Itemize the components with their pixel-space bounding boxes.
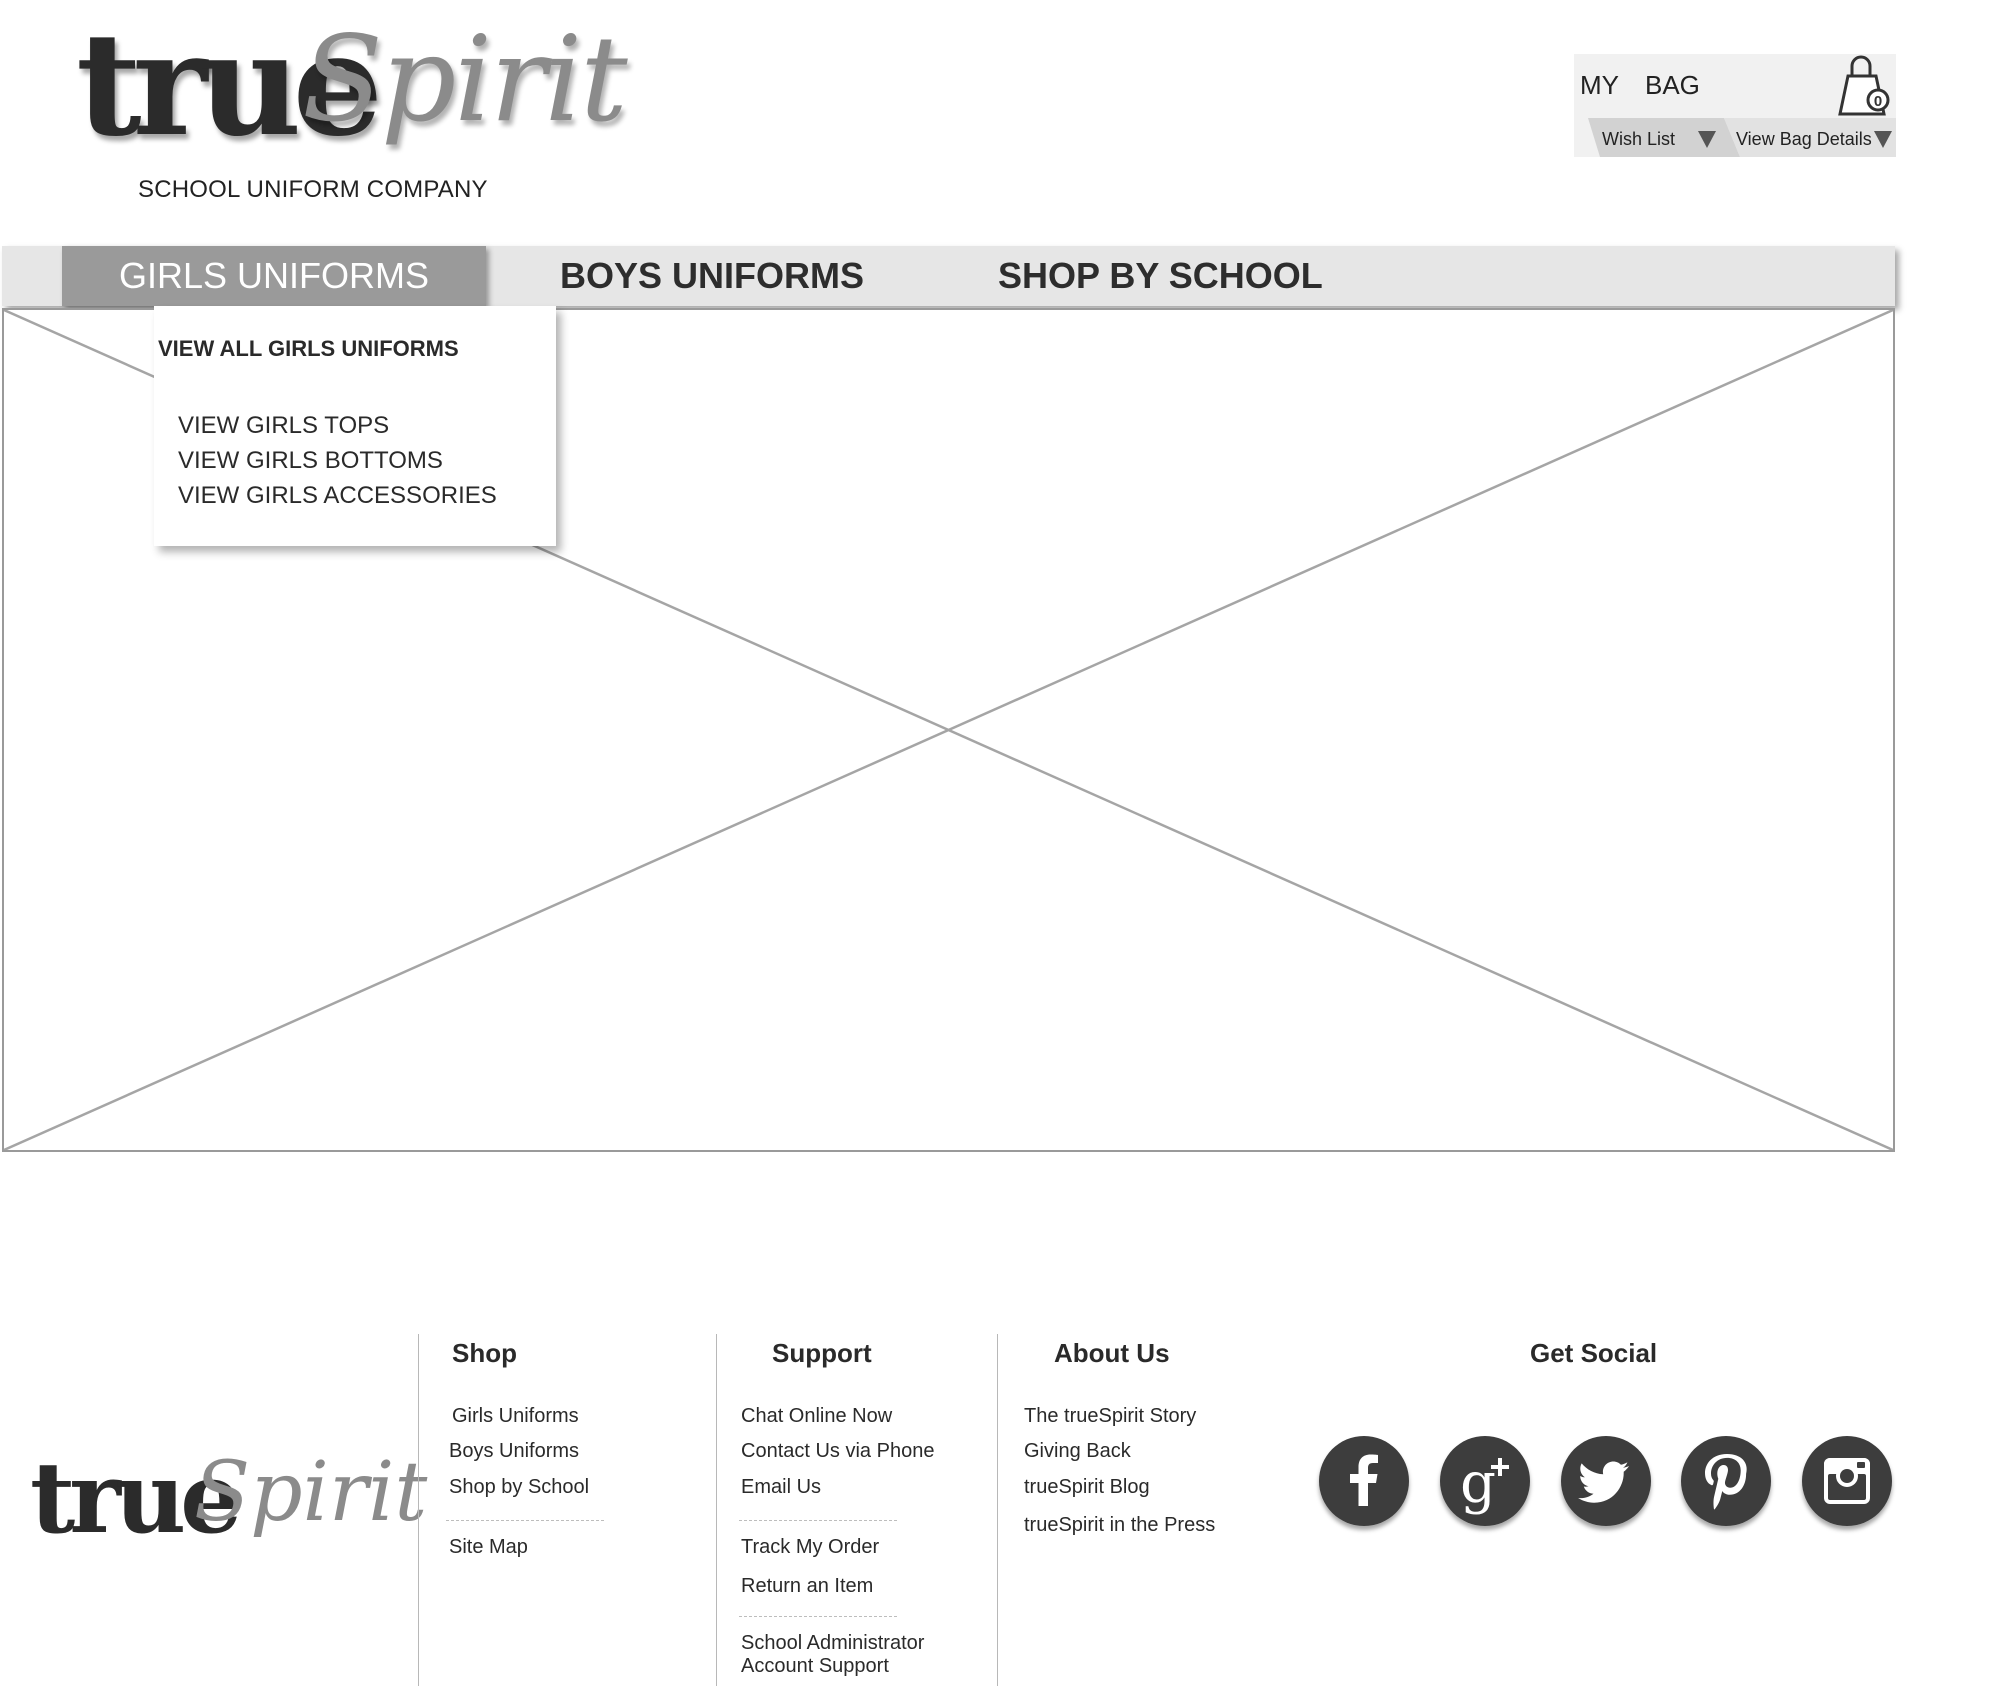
logo-text-spirit: Spirit — [302, 10, 628, 148]
footer-link-school-admin[interactable]: School Administrator — [741, 1632, 924, 1655]
instagram-icon[interactable] — [1802, 1436, 1892, 1526]
footer-link-contact-phone[interactable]: Contact Us via Phone — [741, 1440, 934, 1463]
footer-heading-support: Support — [772, 1338, 872, 1368]
footer-divider — [997, 1334, 998, 1686]
svg-text:g: g — [1460, 1451, 1496, 1516]
footer-link-chat-online[interactable]: Chat Online Now — [741, 1405, 892, 1428]
footer-heading-shop: Shop — [452, 1338, 517, 1368]
nav-boys-uniforms[interactable]: BOYS UNIFORMS — [560, 246, 864, 306]
header-logo[interactable]: true Spirit — [76, 14, 628, 164]
footer-link-email-us[interactable]: Email Us — [741, 1476, 821, 1499]
main-nav: GIRLS UNIFORMS BOYS UNIFORMS SHOP BY SCH… — [2, 246, 1895, 306]
dropdown-item-girls-bottoms[interactable]: VIEW GIRLS BOTTOMS — [178, 443, 497, 478]
my-bag-label: MY BAG — [1580, 70, 1700, 100]
footer-link-truespirit-blog[interactable]: trueSpirit Blog — [1024, 1476, 1150, 1499]
footer-dash-divider — [446, 1520, 604, 1521]
dropdown-view-all-girls[interactable]: VIEW ALL GIRLS UNIFORMS — [158, 336, 459, 362]
footer-link-track-order[interactable]: Track My Order — [741, 1536, 879, 1559]
footer-heading-about: About Us — [1054, 1338, 1170, 1368]
nav-girls-uniforms[interactable]: GIRLS UNIFORMS — [62, 246, 486, 306]
footer-link-in-the-press[interactable]: trueSpirit in the Press — [1024, 1514, 1215, 1537]
nav-shop-by-school[interactable]: SHOP BY SCHOOL — [998, 246, 1323, 306]
wish-list-link[interactable]: Wish List — [1602, 129, 1675, 150]
footer-divider — [418, 1334, 419, 1686]
footer-link-account-support[interactable]: Account Support — [741, 1655, 889, 1678]
view-bag-details-link[interactable]: View Bag Details — [1736, 129, 1872, 150]
chevron-down-icon[interactable] — [1696, 129, 1718, 149]
footer-link-site-map[interactable]: Site Map — [449, 1536, 528, 1559]
twitter-icon[interactable] — [1561, 1436, 1651, 1526]
footer-logo-text-spirit: Spirit — [194, 1445, 428, 1540]
google-plus-icon[interactable]: g — [1440, 1436, 1530, 1526]
chevron-down-icon[interactable] — [1872, 129, 1894, 149]
shopping-bag-icon[interactable]: 0 — [1836, 54, 1894, 120]
dropdown-item-list: VIEW GIRLS TOPS VIEW GIRLS BOTTOMS VIEW … — [178, 408, 497, 513]
footer-dash-divider — [739, 1616, 897, 1617]
my-bag-widget[interactable]: MY BAG 0 Wish List View Bag Details — [1574, 54, 1896, 157]
footer-link-truespirit-story[interactable]: The trueSpirit Story — [1024, 1405, 1196, 1428]
pinterest-icon[interactable] — [1681, 1436, 1771, 1526]
girls-dropdown-menu: VIEW ALL GIRLS UNIFORMS VIEW GIRLS TOPS … — [154, 306, 556, 546]
footer-link-return-item[interactable]: Return an Item — [741, 1575, 873, 1598]
footer-link-girls-uniforms[interactable]: Girls Uniforms — [452, 1405, 579, 1428]
footer-divider — [716, 1334, 717, 1686]
footer-logo[interactable]: true Spirit — [30, 1450, 427, 1570]
dropdown-item-girls-accessories[interactable]: VIEW GIRLS ACCESSORIES — [178, 478, 497, 513]
footer-link-giving-back[interactable]: Giving Back — [1024, 1440, 1131, 1463]
bag-sub-bar: Wish List View Bag Details — [1574, 118, 1896, 157]
footer-heading-social: Get Social — [1530, 1338, 1658, 1368]
bag-count: 0 — [1874, 93, 1882, 110]
tagline: SCHOOL UNIFORM COMPANY — [138, 176, 488, 203]
footer-link-boys-uniforms[interactable]: Boys Uniforms — [449, 1440, 579, 1463]
facebook-icon[interactable] — [1319, 1436, 1409, 1526]
footer-dash-divider — [739, 1520, 897, 1521]
dropdown-item-girls-tops[interactable]: VIEW GIRLS TOPS — [178, 408, 497, 443]
footer-link-shop-by-school[interactable]: Shop by School — [449, 1476, 589, 1499]
